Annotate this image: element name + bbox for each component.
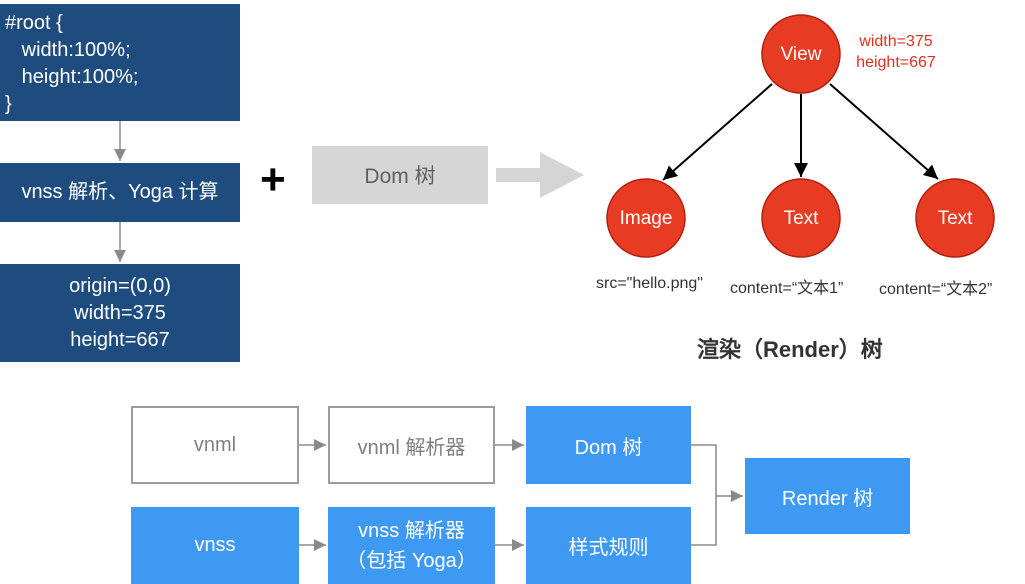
css-code-box: #root { width:100%; height:100%; } (0, 4, 240, 121)
connector-dom-to-merge (691, 444, 717, 496)
node-image: Image (606, 178, 686, 258)
edge-view-image (662, 83, 773, 181)
render-tree-box: Render 树 (745, 458, 910, 534)
node-image-label: Image (620, 208, 673, 229)
edge-view-text2 (829, 83, 939, 180)
node-text1: Text (761, 178, 841, 258)
big-arrow-to-render-tree (496, 152, 584, 198)
connector-rules-to-merge (691, 496, 717, 546)
parse-box: vnss 解析、Yoga 计算 (0, 163, 240, 222)
style-rules-box: 样式规则 (526, 507, 691, 584)
caption-text1-content: content=“文本1” (730, 280, 844, 297)
node-view: View (761, 14, 841, 94)
node-text1-label: Text (784, 208, 820, 229)
render-tree-title: 渲染（Render）树 (697, 337, 883, 362)
vnml-box: vnml (131, 406, 299, 484)
dom-tree-pipeline-box: Dom 树 (526, 406, 691, 484)
node-view-label: View (781, 44, 822, 65)
vnss-box: vnss (131, 507, 299, 584)
dom-tree-box: Dom 树 (312, 146, 488, 204)
view-size-annotation: width=375 height=667 (856, 33, 936, 71)
node-text2: Text (915, 178, 995, 258)
caption-image-src: src="hello.png" (596, 275, 703, 292)
layout-result-box: origin=(0,0) width=375 height=667 (0, 264, 240, 362)
vnss-parser-box: vnss 解析器 （包括 Yoga） (328, 507, 495, 584)
caption-text2-content: content=“文本2” (879, 281, 993, 298)
node-text2-label: Text (938, 208, 974, 229)
plus-sign: + (260, 155, 286, 204)
vnml-parser-box: vnml 解析器 (328, 406, 495, 484)
